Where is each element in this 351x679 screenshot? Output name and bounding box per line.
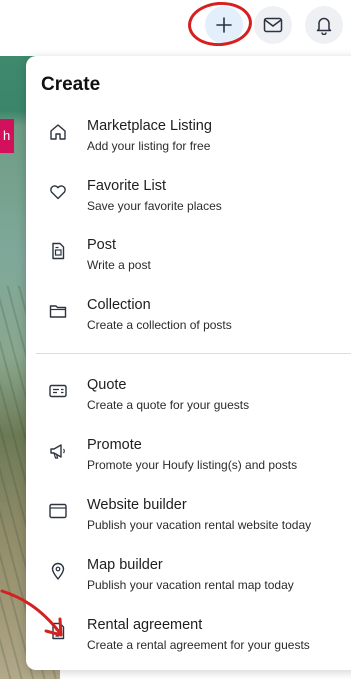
folder-icon [49,305,67,318]
menu-item-title: Post [87,237,117,253]
menu-item-subtitle: Add your listing for free [87,139,211,153]
menu-item-post[interactable]: Post Write a post [26,231,351,287]
menu-item-title: Rental agreement [87,617,203,633]
menu-item-title: Map builder [87,557,163,573]
menu-item-collection[interactable]: Collection Create a collection of posts [26,291,351,347]
mail-icon [263,17,283,33]
menu-item-subtitle: Create a quote for your guests [87,398,250,412]
bell-icon [316,17,332,35]
menu-item-subtitle: Publish your vacation rental map today [87,578,294,592]
post-icon [52,242,65,260]
menu-item-promote[interactable]: Promote Promote your Houfy listing(s) an… [26,431,351,487]
menu-item-title: Favorite List [87,178,166,194]
red-circle-annotation [186,0,254,49]
red-arrow-annotation [0,589,63,637]
menu-divider [36,353,351,354]
menu-item-favorite-list[interactable]: Favorite List Save your favorite places [26,172,351,228]
megaphone-icon [50,444,65,459]
menu-item-title: Collection [87,297,151,313]
messages-button[interactable] [254,6,292,44]
menu-item-title: Website builder [87,497,187,513]
top-header [0,0,351,56]
map-pin-icon [51,562,65,580]
quote-icon [49,384,67,398]
menu-item-title: Promote [87,437,142,453]
background-chip: h [0,119,14,153]
browser-window-icon [49,503,67,519]
menu-item-subtitle: Publish your vacation rental website tod… [87,518,312,532]
menu-item-quote[interactable]: Quote Create a quote for your guests [26,371,351,427]
menu-item-website-builder[interactable]: Website builder Publish your vacation re… [26,491,351,547]
menu-item-title: Quote [87,377,127,393]
menu-item-subtitle: Create a collection of posts [87,318,232,332]
menu-item-marketplace-listing[interactable]: Marketplace Listing Add your listing for… [26,112,351,168]
menu-item-title: Marketplace Listing [87,118,212,134]
menu-item-subtitle: Promote your Houfy listing(s) and posts [87,458,298,472]
create-menu: Create Marketplace Listing Add your list… [26,56,351,670]
home-icon [50,124,66,140]
menu-item-subtitle: Create a rental agreement for your guest… [87,638,310,652]
menu-item-subtitle: Save your favorite places [87,199,222,213]
notifications-button[interactable] [305,6,343,44]
heart-icon [50,185,66,200]
menu-item-subtitle: Write a post [87,258,151,272]
menu-title: Create [41,74,101,95]
